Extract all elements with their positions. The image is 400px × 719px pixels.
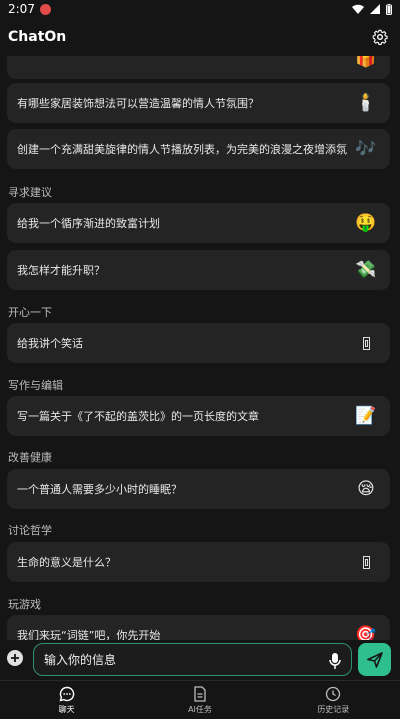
add-attachment-button[interactable] [7,650,23,666]
memo-icon: 📝 [355,406,377,426]
status-bar: 2:07 [0,0,400,18]
suggestion-card[interactable]: 我怎样才能升职？ 💸 [7,250,390,290]
section-title: 改善健康 [8,451,52,464]
gift-icon: 🎁 [355,56,377,69]
send-icon [366,651,383,668]
suggestion-card[interactable]: 写一篇关于《了不起的盖茨比》的一页长度的文章 📝 [7,396,390,436]
suggestion-list[interactable]: 🎁 有哪些家居装饰想法可以营造温馨的情人节氛围？ 🕯️ 创建一个充满甜美旋律的情… [0,56,400,640]
suggestion-card[interactable]: 一个普通人需要多少小时的睡眠？ 😪 [7,469,390,509]
document-icon [194,685,206,702]
battery-icon [386,3,392,15]
section-title: 寻求建议 [8,186,52,199]
suggestion-card[interactable]: 有哪些家居装饰想法可以营造温馨的情人节氛围？ 🕯️ [7,83,390,123]
tab-chat[interactable]: 聊天 [22,686,112,715]
microphone-icon[interactable] [328,652,342,670]
suggestion-text: 有哪些家居装饰想法可以营造温馨的情人节氛围？ [17,97,259,110]
suggestion-text: 写一篇关于《了不起的盖茨比》的一页长度的文章 [17,410,259,423]
suggestion-text: 给我讲个笑话 [17,337,83,350]
money-face-icon: 🤑 [355,213,377,233]
signal-icon [370,4,380,14]
section-title: 玩游戏 [8,598,41,611]
music-notes-icon: 🎶 [355,139,377,159]
flying-money-icon: 💸 [355,260,377,280]
suggestion-text: 我怎样才能升职？ [17,264,105,277]
tab-ai-tasks[interactable]: AI任务 [155,685,245,715]
missing-glyph-icon [354,550,378,574]
section-title: 讨论哲学 [8,524,52,537]
suggestion-text: 一个普通人需要多少小时的睡眠？ [17,483,182,496]
tab-label: AI任务 [188,704,212,714]
section-title: 写作与编辑 [8,379,63,392]
app-title: ChatOn [8,29,67,45]
settings-button[interactable] [370,27,390,47]
tab-label: 聊天 [58,704,75,714]
message-input[interactable] [44,652,314,667]
wifi-icon [352,4,364,14]
suggestion-text: 生命的意义是什么？ [17,556,116,569]
suggestion-card[interactable]: 生命的意义是什么？ [7,542,390,582]
app-bar: ChatOn [0,18,400,56]
notification-badge-icon [39,3,51,15]
suggestion-card[interactable]: 创建一个充满甜美旋律的情人节播放列表，为完美的浪漫之夜增添氛围 🎶 [7,129,390,169]
suggestion-text: 给我一个循序渐进的致富计划 [17,217,160,230]
bottom-nav: 聊天 AI任务 历史记录 [0,681,400,719]
gear-icon [372,29,388,45]
suggestion-card[interactable]: 给我讲个笑话 [7,323,390,363]
suggestion-text: 我们来玩“词链”吧，你先开始 [17,629,161,640]
suggestion-card[interactable]: 我们来玩“词链”吧，你先开始 🎯 [7,615,390,640]
tab-label: 历史记录 [317,704,350,714]
chat-bubble-icon [59,686,74,702]
sleepy-face-icon: 😪 [357,479,375,499]
candle-icon: 🕯️ [355,93,377,113]
status-time: 2:07 [8,2,35,16]
clock-icon [326,686,341,701]
missing-glyph-icon [354,331,378,355]
composer [0,640,400,680]
suggestion-text: 创建一个充满甜美旋律的情人节播放列表，为完美的浪漫之夜增添氛围 [17,143,347,156]
suggestion-card[interactable]: 给我一个循序渐进的致富计划 🤑 [7,203,390,243]
plus-icon [11,654,19,662]
suggestion-card-partial[interactable]: 🎁 [7,56,390,79]
section-title: 开心一下 [8,306,52,319]
target-icon: 🎯 [355,625,377,640]
message-input-box[interactable] [33,643,352,676]
tab-history[interactable]: 历史记录 [288,686,378,715]
send-button[interactable] [358,643,391,676]
